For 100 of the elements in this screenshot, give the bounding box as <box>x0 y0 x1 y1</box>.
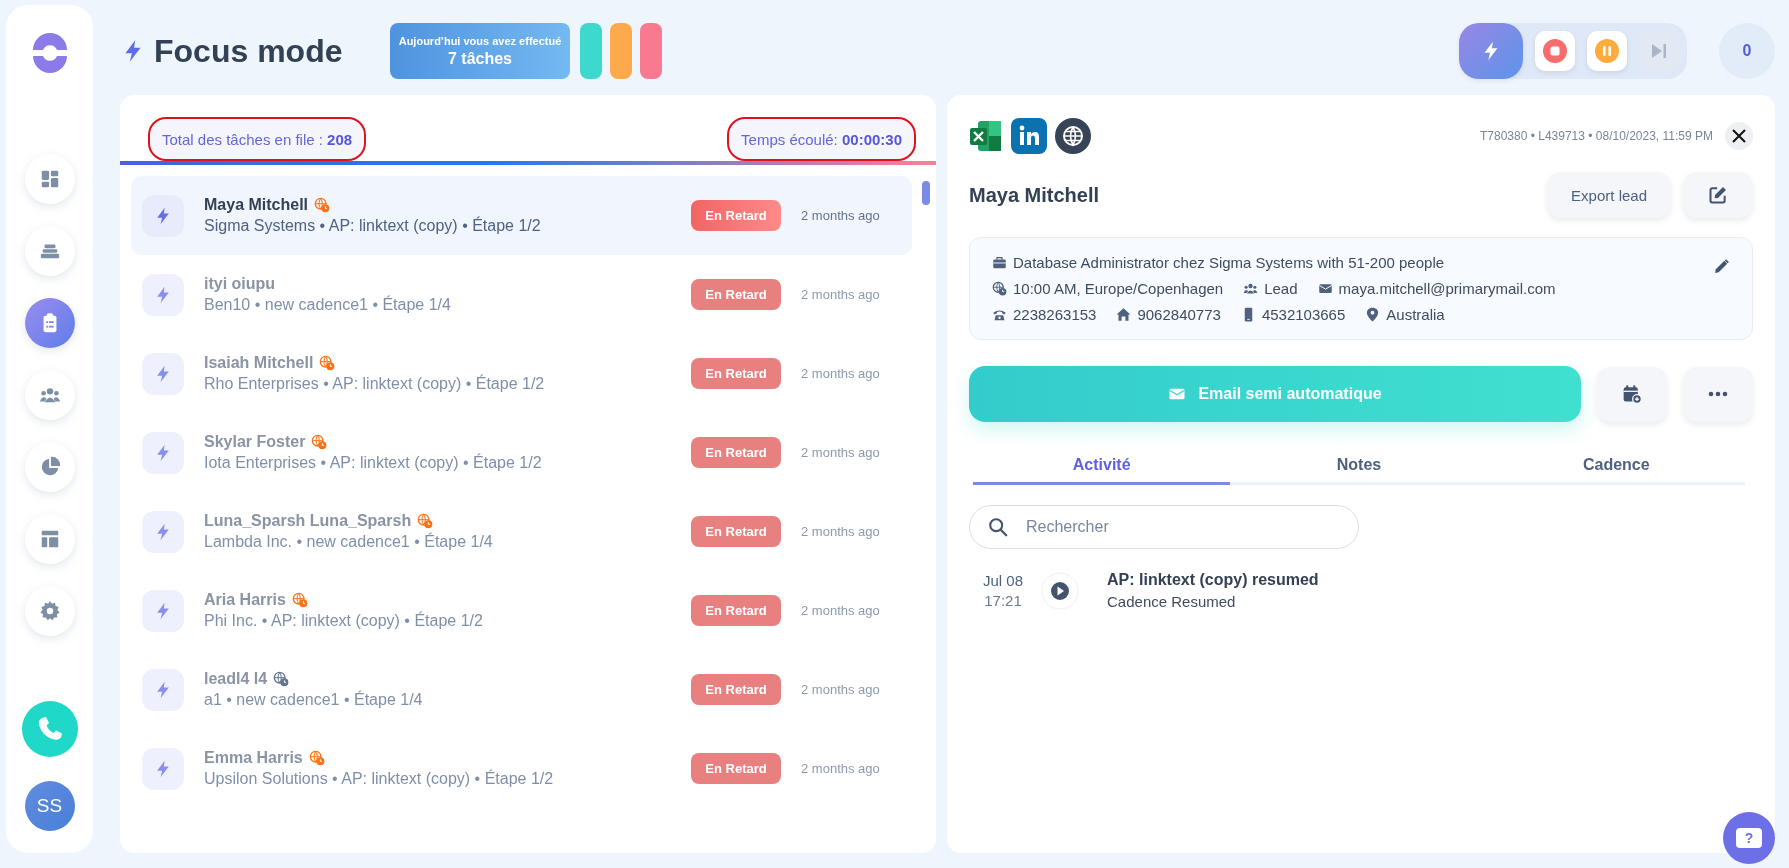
globe-clock-icon <box>992 281 1007 296</box>
contact-detail: maya.mitchell@primarymail.com <box>1338 280 1556 297</box>
summary-count: 7 tâches <box>447 49 512 68</box>
globe-icon[interactable] <box>1055 118 1091 154</box>
sidebar-nav-button[interactable] <box>24 586 75 636</box>
contact-detail: 9062840773 <box>1137 306 1221 323</box>
pause-icon <box>1594 38 1620 64</box>
activity-date: Jul 08 <box>983 572 1024 589</box>
lead-reference: T780380 • L439713 • 08/10/2023, 11:59 PM <box>1479 129 1713 143</box>
queue-stat: Temps écoulé: 00:00:30 <box>727 117 916 161</box>
activity-title: AP: linktext (copy) resumed <box>1107 571 1319 589</box>
color-pill[interactable] <box>580 23 602 79</box>
lead-name: Maya Mitchell <box>204 196 309 214</box>
status-tag: En Retard <box>691 516 781 547</box>
contact-detail: Lead <box>1264 280 1298 297</box>
status-tag: En Retard <box>691 437 781 468</box>
edit-button[interactable] <box>1683 172 1753 218</box>
page-title: Focus mode <box>154 32 343 70</box>
more-icon <box>1708 391 1728 397</box>
contact-detail: 2238263153 <box>1013 306 1097 323</box>
activity-detail: Cadence Resumed <box>1107 593 1237 610</box>
home-icon <box>1116 307 1132 322</box>
queue-stat: Total des tâches en file : 208 <box>148 117 367 161</box>
call-button[interactable] <box>21 701 78 757</box>
play-icon <box>1041 571 1080 610</box>
lightning-icon <box>142 668 184 711</box>
tab[interactable]: Notes <box>1230 447 1488 485</box>
lead-name: leadl4 l4 <box>204 670 268 688</box>
task-row[interactable]: ityi oiupu Ben10 • new cadence1 • Étape 1/4 En Retard 2 months ago <box>131 255 912 334</box>
search-field[interactable]: Rechercher <box>969 505 1359 549</box>
lightning-icon <box>142 431 184 474</box>
lead-subtitle: Rho Enterprises • AP: linktext (copy) • Étape 1/2 <box>204 375 546 393</box>
task-row[interactable]: Emma Harris Upsilon Solutions • AP: linktext (copy) • Étape 1/2 En Retard 2 months ago <box>131 729 912 808</box>
task-row[interactable]: Maya Mitchell Sigma Systems • AP: linktext (copy) • Étape 1/2 En Retard 2 months ago <box>131 176 912 255</box>
lead-subtitle: a1 • new cadence1 • Étape 1/4 <box>204 691 424 709</box>
edit-icon <box>1708 185 1728 205</box>
sidebar-nav-button[interactable] <box>24 298 75 348</box>
task-row[interactable]: leadl4 l4 a1 • new cadence1 • Étape 1/4 En Retard 2 months ago <box>131 650 912 729</box>
location-pin-icon <box>1365 307 1381 322</box>
linkedin-icon[interactable] <box>1011 118 1047 154</box>
pencil-icon[interactable] <box>1713 258 1730 275</box>
task-age: 2 months ago <box>801 366 881 381</box>
task-age: 2 months ago <box>801 445 881 460</box>
focus-button[interactable] <box>1459 23 1523 79</box>
lightning-icon <box>142 273 184 316</box>
status-tag: En Retard <box>691 200 781 231</box>
task-age: 2 months ago <box>801 524 881 539</box>
close-button[interactable] <box>1725 122 1753 150</box>
lead-name: Luna_Sparsh Luna_Sparsh <box>204 512 412 530</box>
stop-icon <box>1542 38 1568 64</box>
tab[interactable]: Cadence <box>1487 447 1745 485</box>
lead-subtitle: Phi Inc. • AP: linktext (copy) • Étape 1/2 <box>204 612 484 630</box>
lightning-icon <box>142 510 184 553</box>
status-tag: En Retard <box>691 595 781 626</box>
lead-subtitle: Lambda Inc. • new cadence1 • Étape 1/4 <box>204 533 494 551</box>
task-age: 2 months ago <box>801 208 881 223</box>
color-pill[interactable] <box>610 23 632 79</box>
export-lead-button[interactable]: Export lead <box>1547 172 1671 218</box>
pause-button[interactable] <box>1587 31 1627 71</box>
lead-name: Skylar Foster <box>204 433 306 451</box>
task-row[interactable]: Skylar Foster Iota Enterprises • AP: linktext (copy) • Étape 1/2 En Retard 2 months ago <box>131 413 912 492</box>
task-age: 2 months ago <box>801 682 881 697</box>
settings-icon <box>38 600 61 622</box>
contact-detail: 10:00 AM, Europe/Copenhagen <box>1013 280 1224 297</box>
close-icon <box>1730 127 1748 145</box>
task-row[interactable]: Aria Harris Phi Inc. • AP: linktext (copy) • Étape 1/2 En Retard 2 months ago <box>131 571 912 650</box>
activity-time: 17:21 <box>984 592 1022 609</box>
sidebar-nav-button[interactable] <box>24 514 75 564</box>
contact-detail: Database Administrator chez Sigma Systems with 51-200 people <box>1013 254 1445 271</box>
lead-subtitle: Upsilon Solutions • AP: linktext (copy) • Étape 1/2 <box>204 770 555 788</box>
lead-name: Aria Harris <box>204 591 286 609</box>
calendar-add-icon <box>1622 384 1642 404</box>
user-avatar[interactable]: SS <box>24 781 75 831</box>
status-tag: En Retard <box>691 279 781 310</box>
sidebar-nav-button[interactable] <box>24 226 75 276</box>
scrollbar-thumb[interactable] <box>922 181 930 205</box>
lightning-icon <box>142 194 184 237</box>
tab[interactable]: Activité <box>973 447 1231 485</box>
lead-subtitle: Ben10 • new cadence1 • Étape 1/4 <box>204 296 452 314</box>
status-tag: En Retard <box>691 358 781 389</box>
sidebar-nav-button[interactable] <box>24 154 75 204</box>
color-pill[interactable] <box>640 23 662 79</box>
lead-name: ityi oiupu <box>204 275 276 293</box>
sidebar-nav-button[interactable] <box>24 370 75 420</box>
telephone-icon <box>992 307 1007 322</box>
people-icon <box>1243 281 1259 296</box>
status-tag: En Retard <box>691 674 781 705</box>
contact-detail: 4532103665 <box>1261 306 1346 323</box>
lead-name: Isaiah Mitchell <box>204 354 314 372</box>
summary-caption: Aujourd’hui vous avez effectué <box>398 34 562 47</box>
task-age: 2 months ago <box>801 603 881 618</box>
lead-name: Emma Harris <box>204 749 303 767</box>
spreadsheet-icon[interactable] <box>969 119 1003 153</box>
sidebar-nav-button[interactable] <box>24 442 75 492</box>
task-row[interactable]: Luna_Sparsh Luna_Sparsh Lambda Inc. • new cadence1 • Étape 1/4 En Retard 2 months ago <box>131 492 912 571</box>
stop-button[interactable] <box>1535 31 1575 71</box>
task-row[interactable]: Isaiah Mitchell Rho Enterprises • AP: linktext (copy) • Étape 1/2 En Retard 2 months ago <box>131 334 912 413</box>
notification-counter[interactable]: 0 <box>1719 23 1775 79</box>
task-age: 2 months ago <box>801 287 881 302</box>
schedule-button[interactable] <box>1597 366 1667 422</box>
